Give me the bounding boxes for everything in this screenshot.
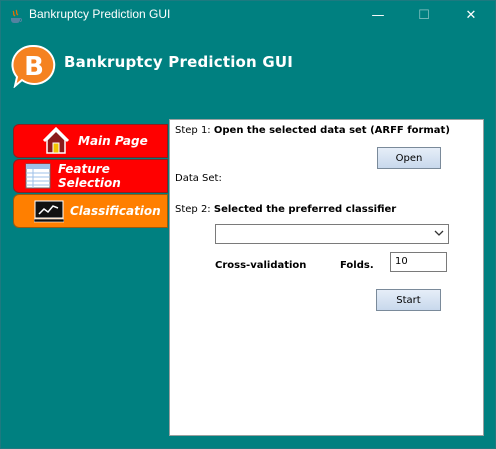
- logo-letter: B: [24, 52, 44, 82]
- open-button[interactable]: Open: [377, 147, 441, 169]
- window-title: Bankruptcy Prediction GUI: [29, 7, 171, 21]
- start-button[interactable]: Start: [376, 289, 441, 311]
- java-app-icon: [11, 9, 22, 23]
- nav-label-classification: Classification: [70, 204, 161, 218]
- classification-panel: Step 1: Open the selected data set (ARFF…: [169, 119, 484, 436]
- minimize-button[interactable]: —: [355, 1, 401, 30]
- step1-prefix: Step 1:: [175, 125, 211, 136]
- step2-prefix: Step 2:: [175, 204, 211, 215]
- app-title: Bankruptcy Prediction GUI: [64, 53, 294, 71]
- minimize-icon: —: [371, 8, 385, 23]
- table-icon: [25, 163, 51, 189]
- classifier-select[interactable]: [215, 224, 449, 244]
- close-icon: ✕: [465, 8, 477, 23]
- close-button[interactable]: ✕: [447, 1, 495, 30]
- step1-text: Open the selected data set (ARFF format): [213, 125, 450, 136]
- maximize-icon: ☐: [418, 8, 430, 23]
- nav-label-main-page: Main Page: [78, 134, 148, 148]
- app-logo: B: [11, 44, 56, 88]
- app-header: B Bankruptcy Prediction GUI: [1, 30, 495, 120]
- nav-item-main-page[interactable]: Main Page: [13, 124, 168, 158]
- dataset-label: Data Set:: [175, 173, 222, 184]
- maximize-button[interactable]: ☐: [401, 1, 447, 30]
- step2-label: Step 2: Selected the preferred classifie…: [175, 204, 396, 215]
- house-icon: [42, 127, 70, 154]
- step1-label: Step 1: Open the selected data set (ARFF…: [175, 125, 450, 136]
- nav-item-classification[interactable]: Classification: [13, 194, 168, 228]
- folds-label: Folds.: [340, 260, 374, 271]
- nav-label-feature-selection: Feature Selection: [58, 162, 121, 190]
- step2-text: Selected the preferred classifier: [213, 204, 397, 215]
- app-window: Bankruptcy Prediction GUI — ☐ ✕ B Bankru…: [0, 0, 496, 449]
- folds-input[interactable]: 10: [390, 252, 447, 272]
- crossval-label: Cross-validation: [215, 260, 307, 271]
- title-bar[interactable]: Bankruptcy Prediction GUI — ☐ ✕: [1, 1, 495, 30]
- nav-item-feature-selection[interactable]: Feature Selection: [13, 159, 168, 193]
- chart-monitor-icon: [34, 200, 64, 223]
- chevron-down-icon: [434, 230, 444, 236]
